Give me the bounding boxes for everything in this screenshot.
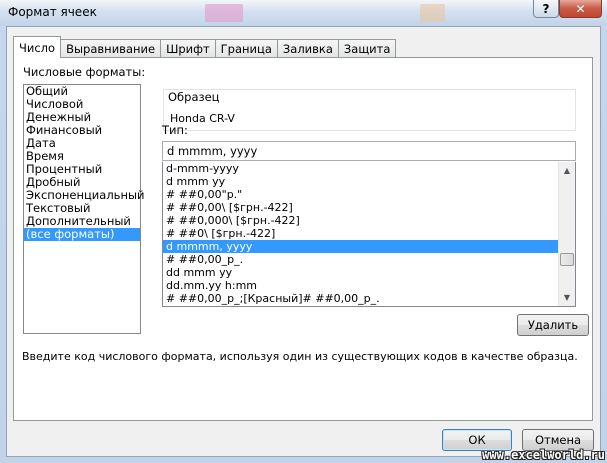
dialog-client: Число Выравнивание Шрифт Граница Заливка… [6, 26, 601, 457]
tab-fill[interactable]: Заливка [277, 39, 339, 58]
scroll-down-arrow-icon[interactable]: ▼ [559, 289, 575, 306]
number-tab-panel: Числовые форматы: Общий Числовой Денежны… [13, 57, 593, 421]
format-item[interactable]: dd.mm.yy h:mm [163, 279, 559, 292]
format-item-selected[interactable]: d mmmm, yyyy [163, 240, 559, 253]
close-button[interactable]: ✕ [559, 0, 602, 18]
help-button[interactable]: ? [533, 0, 559, 18]
tab-alignment[interactable]: Выравнивание [61, 39, 162, 58]
format-item[interactable]: d mmm yy [163, 175, 559, 188]
format-list[interactable]: d-mmm-yyyy d mmm yy # ##0,00"р." # ##0,0… [162, 162, 576, 307]
scroll-thumb[interactable] [560, 253, 574, 266]
format-list-scrollbar[interactable]: ▲ ▼ [558, 162, 575, 306]
tab-number[interactable]: Число [13, 36, 62, 58]
scroll-up-arrow-icon[interactable]: ▲ [559, 162, 575, 179]
type-label: Тип: [162, 123, 188, 137]
format-item[interactable]: # ##0\ [$грн.-422] [163, 227, 559, 240]
background-blur [420, 4, 445, 22]
format-item[interactable]: d-mmm-yyyy [163, 162, 559, 175]
watermark: www.excelworld.ru [482, 448, 605, 462]
sample-group: Образец Honda CR-V [163, 89, 576, 131]
tab-strip: Число Выравнивание Шрифт Граница Заливка… [13, 36, 397, 58]
category-item-selected[interactable]: (все форматы) [24, 228, 140, 241]
sample-label: Образец [168, 90, 220, 104]
format-item[interactable]: # ##0,00_р_;[Красный]# ##0,00_р_. [163, 292, 559, 305]
window-title: Формат ячеек [8, 5, 97, 19]
format-item[interactable]: # ##0,000\ [$грн.-422] [163, 214, 559, 227]
tab-border[interactable]: Граница [215, 39, 278, 58]
hint-text: Введите код числового формата, используя… [22, 350, 578, 363]
format-item[interactable]: dd mmm yy [163, 266, 559, 279]
type-input[interactable]: d mmmm, yyyy [162, 141, 576, 161]
delete-button[interactable]: Удалить [517, 314, 589, 336]
tab-font[interactable]: Шрифт [161, 39, 216, 58]
category-list[interactable]: Общий Числовой Денежный Финансовый Дата … [23, 84, 145, 334]
title-bar[interactable]: Формат ячеек ? ✕ [0, 0, 607, 26]
format-item[interactable]: # ##0,00"р." [163, 188, 559, 201]
dialog-window: Формат ячеек ? ✕ Число Выравнивание Шриф… [0, 0, 607, 463]
categories-label: Числовые форматы: [23, 65, 146, 79]
format-item[interactable]: # ##0,00\ [$грн.-422] [163, 201, 559, 214]
format-item[interactable]: # ##0,00_р_. [163, 253, 559, 266]
tab-protection[interactable]: Защита [338, 39, 397, 58]
background-blur [205, 4, 243, 22]
